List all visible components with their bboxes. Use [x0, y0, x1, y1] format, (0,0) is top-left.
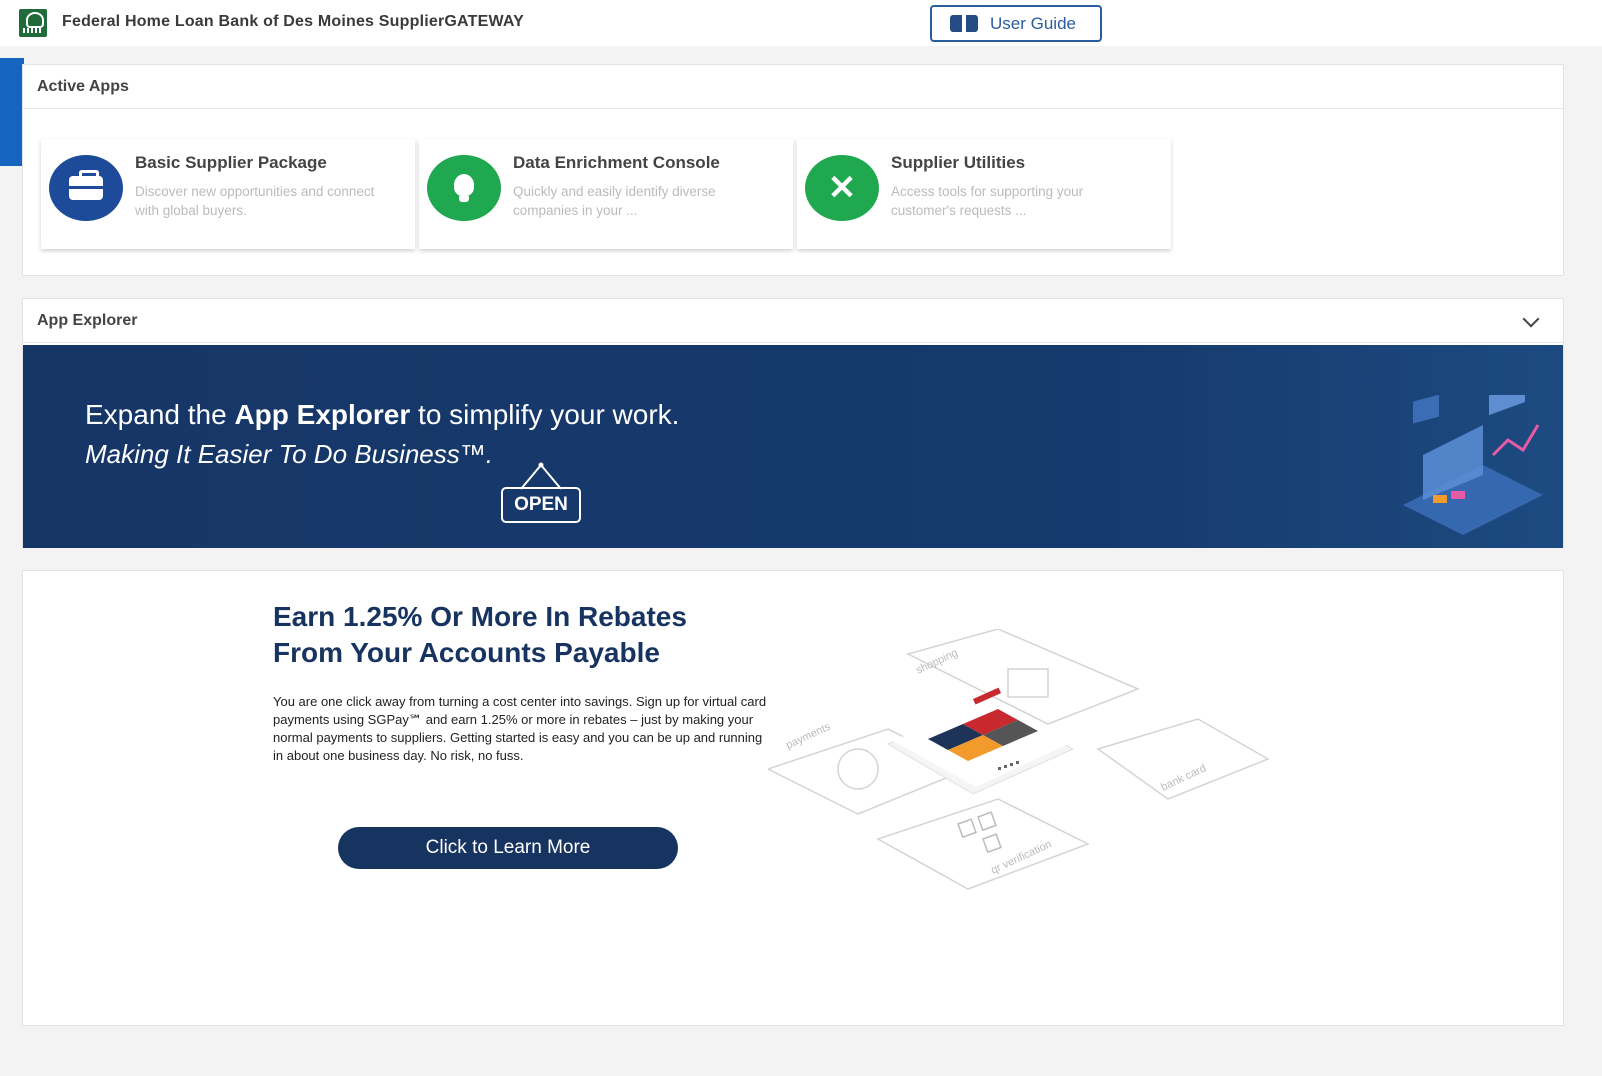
app-card-title: Data Enrichment Console	[513, 153, 720, 172]
svg-text:qr verification: qr verification	[989, 838, 1053, 877]
top-bar: Federal Home Loan Bank of Des Moines Sup…	[0, 0, 1602, 46]
promo-body: You are one click away from turning a co…	[273, 694, 767, 763]
app-card-description: Quickly and easily identify diverse comp…	[513, 184, 716, 218]
banner-tagline: Making It Easier To Do Business™.	[85, 439, 493, 469]
active-apps-panel: Active Apps Basic Supplier Package Disco…	[22, 64, 1564, 276]
chevron-down-icon[interactable]	[1522, 310, 1540, 328]
user-guide-button[interactable]: User Guide	[930, 5, 1102, 42]
app-title: Federal Home Loan Bank of Des Moines Sup…	[62, 13, 525, 30]
promo-headline: Earn 1.25% Or More In Rebates From Your …	[273, 601, 687, 668]
app-explorer-banner: Expand the App Explorer to simplify your…	[23, 345, 1563, 548]
app-explorer-header[interactable]: App Explorer	[23, 299, 1563, 343]
fhlb-logo-icon	[19, 9, 47, 37]
tools-icon: ✕	[805, 155, 879, 221]
app-card-title: Basic Supplier Package	[135, 153, 327, 172]
laptop-illustration-icon	[1403, 395, 1543, 535]
svg-text:bank card: bank card	[1159, 762, 1208, 793]
book-icon	[950, 15, 978, 32]
app-explorer-title: App Explorer	[37, 311, 138, 329]
user-guide-label: User Guide	[990, 13, 1076, 33]
svg-text:shopping: shopping	[914, 647, 960, 677]
app-card-title: Supplier Utilities	[891, 153, 1026, 172]
svg-text:payments: payments	[784, 720, 833, 751]
app-card-description: Access tools for supporting your custome…	[891, 184, 1084, 218]
app-card-basic-supplier-package[interactable]: Basic Supplier Package Discover new oppo…	[41, 139, 415, 249]
app-card-supplier-utilities[interactable]: ✕ Supplier Utilities Access tools for su…	[797, 139, 1171, 249]
briefcase-icon	[49, 155, 123, 221]
payments-illustration-icon: shopping payments bank card qr verificat…	[768, 629, 1270, 890]
app-explorer-panel: App Explorer Expand the App Explorer to …	[22, 298, 1564, 548]
banner-headline: Expand the App Explorer to simplify your…	[85, 399, 680, 430]
active-apps-header: Active Apps	[23, 65, 1563, 109]
app-card-data-enrichment-console[interactable]: Data Enrichment Console Quickly and easi…	[419, 139, 793, 249]
promo-panel: Earn 1.25% Or More In Rebates From Your …	[22, 570, 1564, 1026]
learn-more-button[interactable]: Click to Learn More	[338, 827, 678, 869]
highlight-marker	[0, 58, 24, 166]
app-card-description: Discover new opportunities and connect w…	[135, 184, 375, 218]
lightbulb-icon	[427, 155, 501, 221]
open-sign-icon: OPEN	[501, 487, 581, 523]
active-apps-cards: Basic Supplier Package Discover new oppo…	[41, 139, 1175, 249]
